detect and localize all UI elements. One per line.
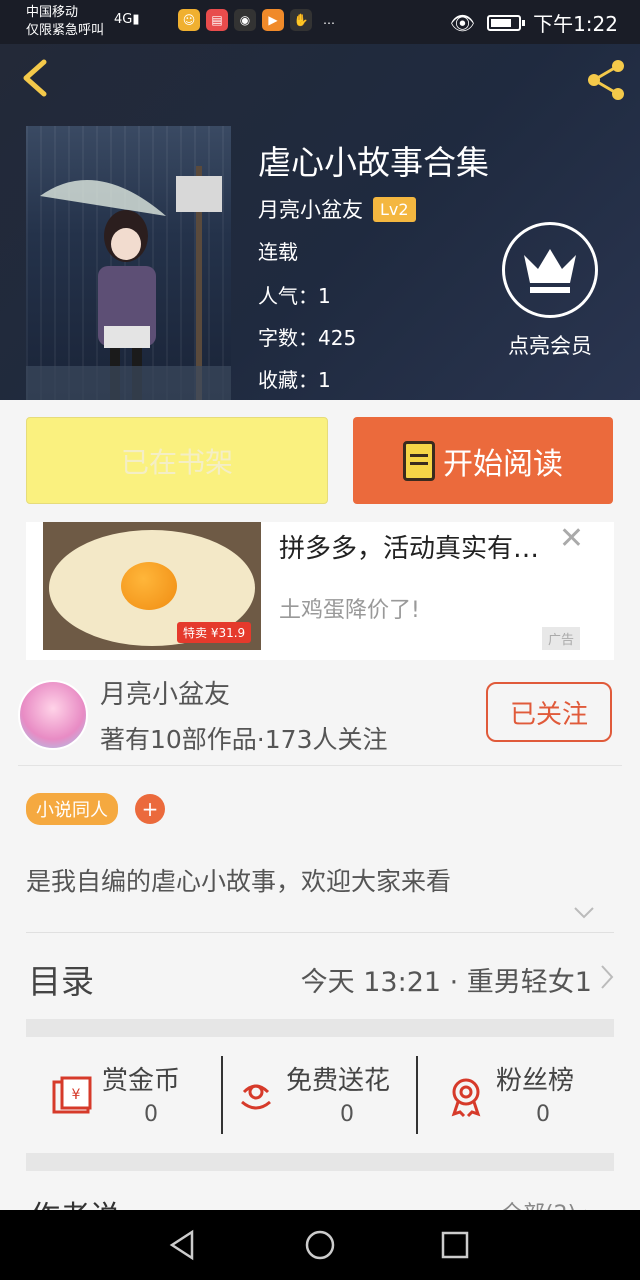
- level-badge: Lv2: [373, 196, 416, 222]
- ad-label: 广告: [541, 627, 580, 650]
- status-bar: 中国移动 仅限紧急呼叫 4G▮ ☺ ▤ ◉ ▶ ✋ … 👁 下午1:22: [0, 0, 640, 44]
- add-tag-button[interactable]: +: [135, 794, 165, 824]
- recents-icon[interactable]: [438, 1228, 472, 1262]
- book-icon: [403, 440, 435, 481]
- crown-icon: [502, 222, 598, 318]
- signal-label: 4G: [114, 12, 133, 27]
- divider: [26, 932, 614, 933]
- coin-envelope-icon: ¥: [52, 1076, 92, 1114]
- share-icon[interactable]: [582, 56, 630, 104]
- emergency-only: 仅限紧急呼叫: [26, 23, 105, 38]
- carrier-info: 中国移动 仅限紧急呼叫: [26, 4, 104, 40]
- system-nav-bar: [0, 1210, 640, 1280]
- avatar[interactable]: [18, 680, 88, 750]
- ad-banner[interactable]: 特卖 ¥31.9 拼多多，活动真实有… ✕ 土鸡蛋降价了! 广告: [26, 522, 614, 660]
- battery-icon: [487, 14, 526, 31]
- book-cover[interactable]: [26, 126, 231, 400]
- rewards-bar: ¥ 赏金币 0 免费送花 0 粉丝榜 0: [26, 1054, 614, 1136]
- ad-subtitle: 土鸡蛋降价了!: [279, 598, 420, 623]
- divider: [221, 1056, 223, 1134]
- sale-tag: 特卖 ¥31.9: [177, 622, 252, 643]
- app-icon: ◉: [234, 9, 256, 31]
- eye-icon: 👁: [449, 10, 476, 35]
- reward-fans-label: 粉丝榜: [496, 1066, 575, 1096]
- reward-coins-label: 赏金币: [102, 1066, 181, 1096]
- start-reading-button[interactable]: 开始阅读: [353, 417, 613, 504]
- category-tag[interactable]: 小说同人: [26, 793, 118, 825]
- reward-flowers-label: 免费送花: [286, 1066, 391, 1096]
- author-name[interactable]: 月亮小盆友: [258, 194, 363, 224]
- carrier-name: 中国移动: [26, 5, 79, 20]
- book-app-icon: ▤: [206, 9, 228, 31]
- serial-status: 连载: [258, 240, 298, 264]
- shield-app-icon: ✋: [290, 9, 312, 31]
- svg-text:¥: ¥: [72, 1087, 81, 1103]
- back-icon[interactable]: [166, 1228, 200, 1262]
- book-description: 是我自编的虐心小故事，欢迎大家来看: [26, 867, 452, 896]
- on-shelf-button[interactable]: 已在书架: [26, 417, 328, 504]
- author-card[interactable]: 月亮小盆友 著有10部作品·173人关注 已关注: [18, 672, 622, 766]
- more-notifications-icon: …: [323, 13, 335, 27]
- author-card-name: 月亮小盆友: [100, 680, 231, 710]
- status-right: 👁 下午1:22: [450, 8, 618, 37]
- reward-flowers-count: 0: [340, 1102, 354, 1127]
- popularity: 人气：1: [258, 284, 331, 308]
- reward-flowers[interactable]: 免费送花 0: [234, 1054, 419, 1136]
- medal-icon: [451, 1078, 481, 1118]
- author-stats: 著有10部作品·173人关注: [100, 725, 388, 754]
- chevron-right-icon[interactable]: [600, 964, 614, 990]
- video-app-icon: ▶: [262, 9, 284, 31]
- egg-yolk: [121, 562, 177, 610]
- start-reading-label: 开始阅读: [443, 446, 563, 482]
- ad-title: 拼多多，活动真实有…: [279, 534, 540, 564]
- cover-illustration: [26, 166, 231, 400]
- book-header: 虐心小故事合集 月亮小盆友 Lv2 连载 人气：1 字数：425 收藏：1 点亮…: [0, 44, 640, 400]
- back-arrow-icon[interactable]: [18, 58, 54, 98]
- notification-icons: ☺ ▤ ◉ ▶ ✋ …: [178, 9, 340, 31]
- favorites-count: 收藏：1: [258, 368, 331, 392]
- divider: [416, 1056, 418, 1134]
- flower-icon: [241, 1084, 271, 1110]
- vip-label: 点亮会员: [508, 334, 592, 358]
- clock: 下午1:22: [533, 12, 618, 36]
- reward-fans-count: 0: [536, 1102, 550, 1127]
- author-line: 月亮小盆友 Lv2: [258, 194, 416, 224]
- vip-button[interactable]: 点亮会员: [500, 222, 600, 360]
- signal-icon: 4G▮: [114, 12, 140, 27]
- section-separator: [26, 1019, 614, 1037]
- reward-coins[interactable]: ¥ 赏金币 0: [50, 1054, 220, 1136]
- chevron-down-icon[interactable]: [573, 906, 595, 920]
- section-separator: [26, 1153, 614, 1171]
- ad-image: 特卖 ¥31.9: [43, 522, 261, 650]
- book-title: 虐心小故事合集: [258, 143, 489, 182]
- toc-label[interactable]: 目录: [28, 955, 94, 1003]
- word-count: 字数：425: [258, 326, 357, 350]
- follow-button[interactable]: 已关注: [486, 682, 612, 742]
- close-icon[interactable]: ✕: [559, 524, 584, 554]
- reward-fans[interactable]: 粉丝榜 0: [444, 1054, 614, 1136]
- home-icon[interactable]: [303, 1228, 337, 1262]
- toc-latest-chapter[interactable]: 今天 13:21 · 重男轻女1: [301, 960, 592, 999]
- app-notification-icon: ☺: [178, 9, 200, 31]
- reward-coins-count: 0: [144, 1102, 158, 1127]
